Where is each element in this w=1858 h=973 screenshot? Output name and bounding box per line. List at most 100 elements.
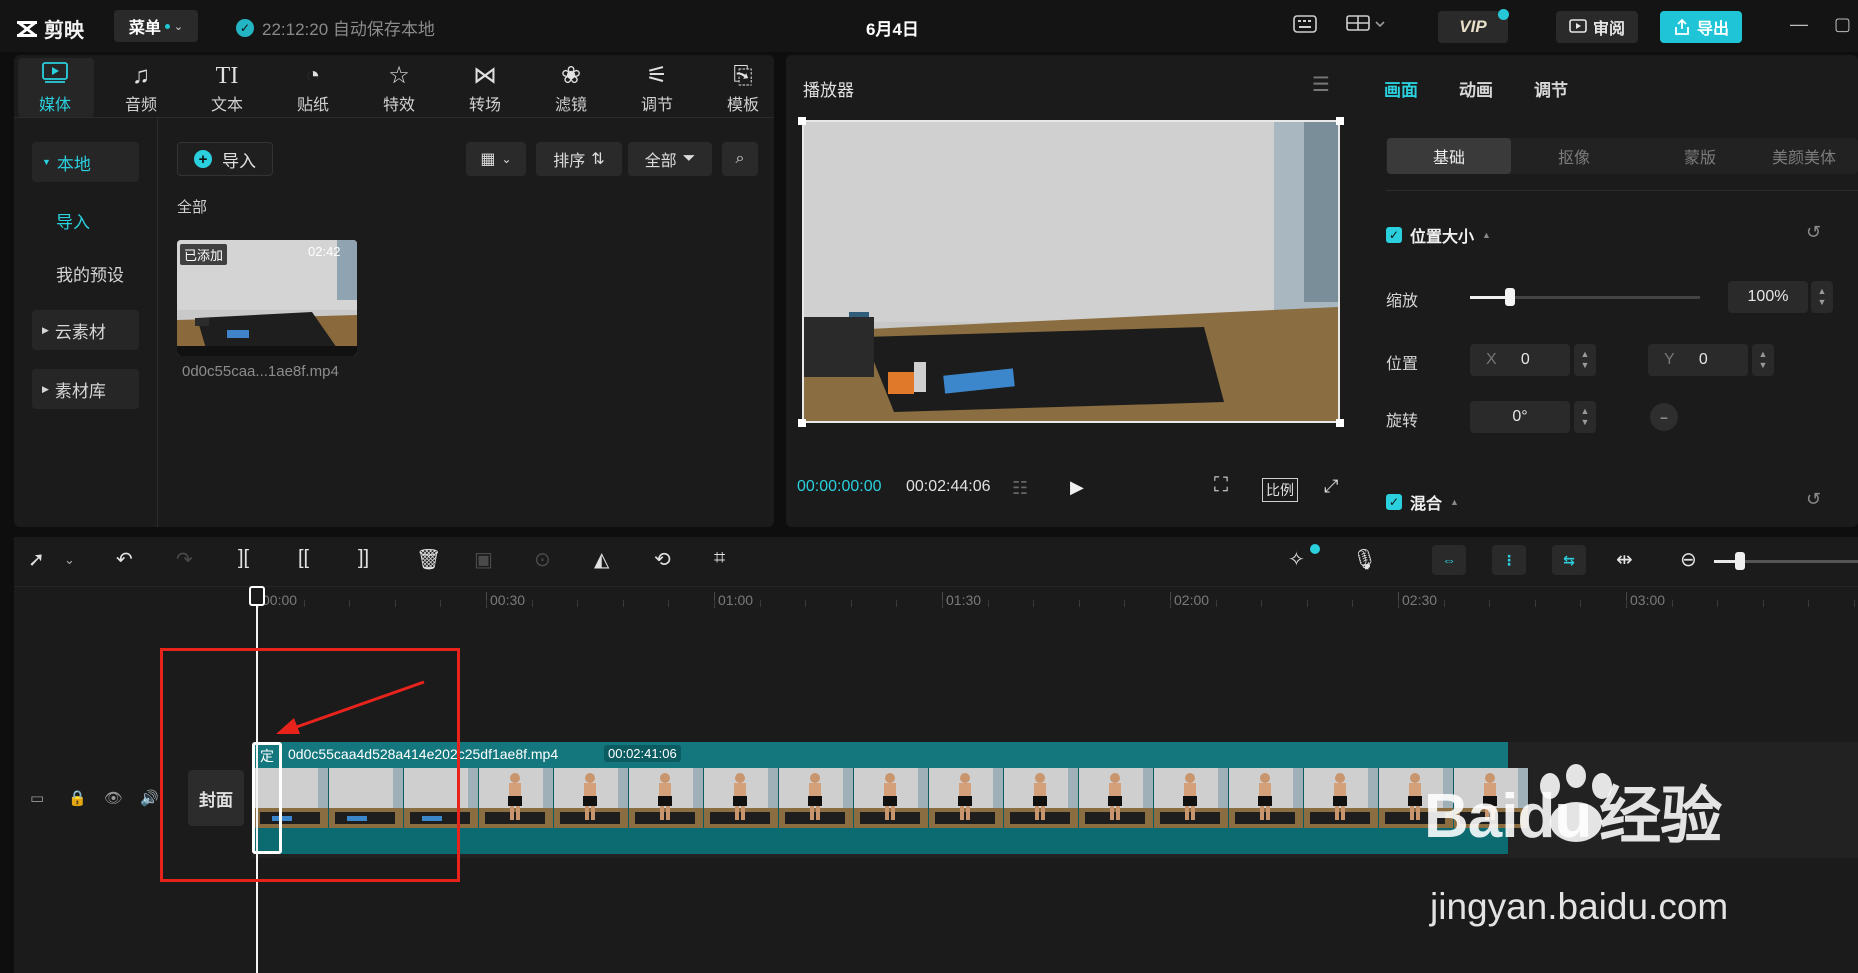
- ruler-minor-tick: [349, 600, 350, 607]
- undo-icon[interactable]: ↶: [116, 547, 133, 572]
- ruler-minor-tick: [1717, 600, 1718, 607]
- ruler-minor-tick: [714, 600, 715, 607]
- checkbox-icon[interactable]: ✓: [1386, 227, 1402, 243]
- caret-up-icon: ▲: [1450, 497, 1459, 507]
- tab-template[interactable]: ⎘ 模板: [708, 61, 778, 115]
- menu-button[interactable]: 菜单 ⌄: [114, 10, 198, 42]
- subtab-beauty[interactable]: 美颜美体: [1762, 138, 1858, 174]
- snap-button[interactable]: ⋮: [1492, 545, 1526, 575]
- caret-up-icon: ▲: [1482, 230, 1491, 240]
- import-button[interactable]: + 导入: [177, 142, 273, 176]
- sidebar-item-library[interactable]: ▶ 素材库: [32, 369, 139, 409]
- ratio-button[interactable]: 比例: [1262, 478, 1298, 502]
- keyboard-icon[interactable]: [1293, 15, 1317, 38]
- tab-effects[interactable]: ☆ 特效: [364, 61, 434, 115]
- section-position-size[interactable]: ✓ 位置大小 ▲: [1386, 223, 1491, 247]
- tab-transition[interactable]: ⋈ 转场: [450, 61, 520, 115]
- review-button[interactable]: 审阅: [1556, 11, 1638, 43]
- sidebar-item-presets[interactable]: 我的预设: [32, 253, 139, 293]
- ruler-minor-tick: [1170, 600, 1171, 607]
- tab-effects-label: 特效: [382, 97, 415, 114]
- sort-button[interactable]: 排序 ⇅: [536, 142, 622, 176]
- clip-frame: [1229, 768, 1304, 828]
- scale-input[interactable]: 100%: [1728, 281, 1808, 313]
- ruler-minor-tick: [1307, 600, 1308, 607]
- video-preview[interactable]: [802, 120, 1340, 423]
- tab-adjustment[interactable]: 调节: [1534, 76, 1568, 101]
- sidebar-item-import[interactable]: 导入: [32, 200, 139, 240]
- delete-icon[interactable]: 🗑: [416, 547, 441, 572]
- filter-button[interactable]: 全部 ⏷: [628, 142, 712, 176]
- crop-handle[interactable]: [1336, 117, 1344, 125]
- section-blend[interactable]: ✓ 混合 ▲: [1386, 490, 1459, 514]
- x-stepper[interactable]: ▲ ▼: [1574, 344, 1596, 376]
- grid-lines-icon[interactable]: ☷: [1012, 478, 1028, 499]
- eye-icon[interactable]: 👁: [104, 789, 123, 807]
- play-icon[interactable]: ▶: [1070, 477, 1084, 498]
- subtab-basic[interactable]: 基础: [1387, 138, 1511, 174]
- playhead-handle[interactable]: [249, 586, 265, 606]
- crop-handle[interactable]: [798, 419, 806, 427]
- search-button[interactable]: ⌕: [722, 142, 758, 176]
- microphone-icon[interactable]: 🎙: [1352, 547, 1377, 572]
- ruler-minor-tick: [1808, 600, 1809, 607]
- reset-icon[interactable]: ↺: [1806, 489, 1821, 510]
- crop-icon[interactable]: ⌗: [714, 547, 725, 570]
- tab-animation[interactable]: 动画: [1459, 76, 1493, 101]
- linkage-button[interactable]: ⇆: [1552, 545, 1586, 575]
- zoom-slider-knob[interactable]: [1735, 552, 1745, 570]
- link-clips-button[interactable]: ⇔: [1432, 545, 1466, 575]
- ruler-minor-tick: [1626, 600, 1627, 607]
- subtab-mask[interactable]: 蒙版: [1638, 138, 1762, 174]
- y-stepper[interactable]: ▲ ▼: [1752, 344, 1774, 376]
- rotate-dial-icon[interactable]: –: [1650, 403, 1678, 431]
- hamburger-icon[interactable]: ☰: [1312, 72, 1330, 97]
- sidebar-item-import-label: 导入: [56, 212, 90, 232]
- ruler-minor-tick: [942, 600, 943, 607]
- lock-icon[interactable]: 🔒: [68, 789, 87, 807]
- tab-media[interactable]: 媒体: [20, 61, 90, 115]
- fit-screen-icon[interactable]: ⛶: [1214, 474, 1228, 497]
- view-mode-button[interactable]: ▦ ⌄: [466, 142, 526, 176]
- subtab-cutout[interactable]: 抠像: [1512, 138, 1636, 174]
- ai-feature-icon[interactable]: ✧: [1288, 547, 1305, 572]
- tab-filter[interactable]: ❀ 滤镜: [536, 61, 606, 115]
- rotate-input[interactable]: 0°: [1470, 401, 1570, 433]
- scale-stepper[interactable]: ▲ ▼: [1811, 281, 1833, 313]
- split-preview-icon[interactable]: ⇹: [1616, 547, 1633, 572]
- speaker-icon[interactable]: 🔊: [140, 789, 159, 807]
- ruler-label: 00:00: [262, 592, 298, 608]
- scale-slider-knob[interactable]: [1505, 288, 1515, 306]
- tab-adjust[interactable]: ⚟ 调节: [622, 61, 692, 115]
- zoom-out-icon[interactable]: ⊖: [1680, 547, 1697, 572]
- fullscreen-icon[interactable]: ⤢: [1324, 476, 1338, 497]
- rotate-icon[interactable]: ⟲: [654, 547, 671, 572]
- clip-frame: [1079, 768, 1154, 828]
- chevron-down-icon[interactable]: ⌄: [64, 552, 75, 568]
- position-y-input[interactable]: Y0: [1648, 344, 1748, 376]
- track-video-icon[interactable]: ▭: [30, 789, 44, 807]
- layout-icon[interactable]: [1346, 15, 1386, 38]
- crop-handle[interactable]: [1336, 419, 1344, 427]
- select-cursor-icon[interactable]: ➚: [28, 547, 45, 572]
- tab-sticker[interactable]: ◔ 贴纸: [278, 61, 348, 115]
- export-button[interactable]: 导出: [1660, 11, 1742, 43]
- sidebar-item-cloud[interactable]: ▶ 云素材: [32, 310, 139, 350]
- tab-text[interactable]: TI 文本: [192, 61, 262, 115]
- position-label: 位置: [1386, 356, 1419, 373]
- minimize-icon[interactable]: —: [1790, 14, 1808, 35]
- sidebar-item-local[interactable]: ▼ 本地: [32, 142, 139, 182]
- checkbox-icon[interactable]: ✓: [1386, 494, 1402, 510]
- split-icon[interactable]: ][: [238, 547, 249, 570]
- tab-picture[interactable]: 画面: [1384, 76, 1418, 101]
- trim-right-icon[interactable]: ]]: [358, 547, 369, 570]
- tab-audio[interactable]: ♫ 音频: [106, 61, 176, 115]
- tab-transition-label: 转场: [468, 97, 501, 114]
- mirror-icon[interactable]: ◭: [594, 547, 609, 572]
- trim-left-icon[interactable]: [[: [298, 547, 309, 570]
- rotate-stepper[interactable]: ▲ ▼: [1574, 401, 1596, 433]
- reset-icon[interactable]: ↺: [1806, 222, 1821, 243]
- position-x-input[interactable]: X0: [1470, 344, 1570, 376]
- maximize-icon[interactable]: ▢: [1834, 14, 1851, 35]
- crop-handle[interactable]: [798, 117, 806, 125]
